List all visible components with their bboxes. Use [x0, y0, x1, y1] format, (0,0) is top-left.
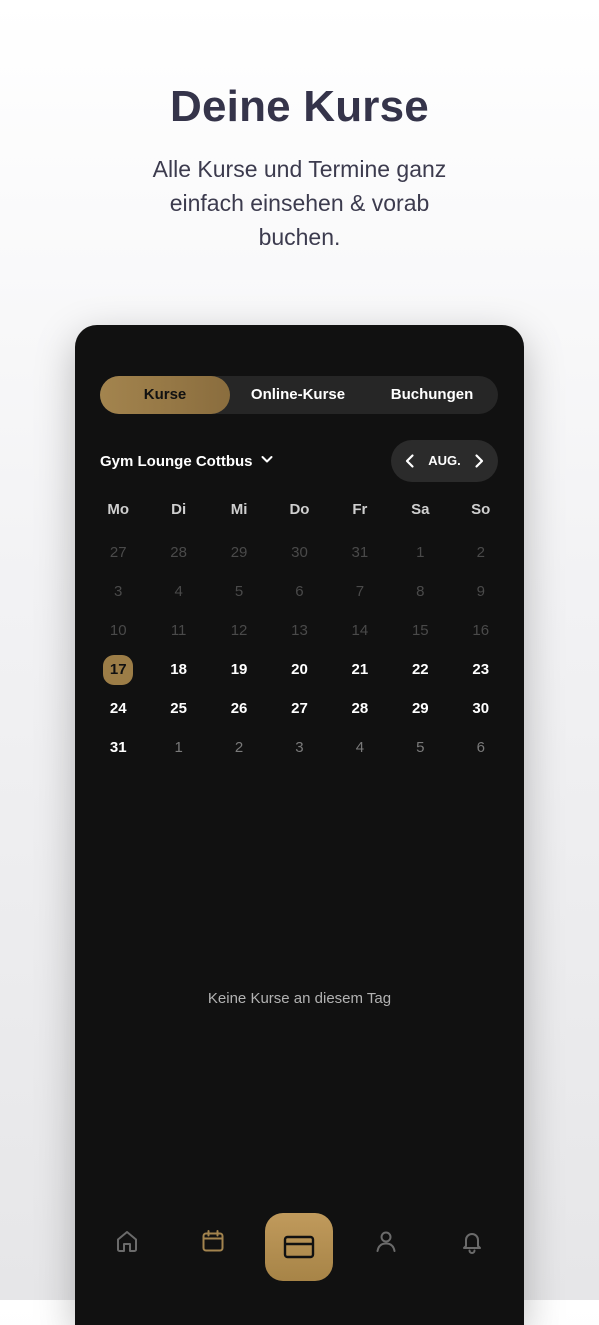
calendar-day: 27 [109, 544, 127, 561]
calendar-week: 3 4 5 6 7 8 9 [88, 576, 511, 608]
calendar-week: 27 28 29 30 31 1 2 [88, 537, 511, 569]
calendar-day: 3 [114, 583, 123, 600]
calendar-day: 16 [472, 622, 490, 639]
location-label: Gym Lounge Cottbus [100, 452, 253, 470]
chevron-down-icon [259, 451, 275, 471]
location-selector[interactable]: Gym Lounge Cottbus [100, 449, 275, 473]
calendar-day[interactable]: 18 [148, 654, 208, 686]
calendar-day: 13 [291, 622, 308, 639]
home-icon[interactable] [113, 1227, 141, 1255]
calendar-day[interactable]: 31 [88, 732, 148, 764]
profile-icon[interactable] [372, 1227, 400, 1255]
tab-bar: Kurse Online-Kurse Buchungen [100, 376, 498, 414]
calendar-week: 10 11 12 13 14 15 16 [88, 615, 511, 647]
calendar-day: 4 [355, 739, 365, 756]
calendar-week: 24 25 26 27 28 29 30 [88, 693, 511, 725]
tab-kurse[interactable]: Kurse [100, 376, 230, 414]
weekday-header: Mo Di Mi Do Fr Sa So [88, 499, 511, 521]
calendar-day[interactable]: 21 [330, 654, 390, 686]
calendar-day: 6 [295, 583, 304, 600]
calendar-day[interactable]: 28 [330, 693, 390, 725]
calendar-day: 5 [416, 739, 425, 756]
calendar-day: 1 [416, 544, 425, 561]
calendar-day[interactable]: 25 [148, 693, 208, 725]
calendar-icon[interactable] [199, 1227, 227, 1255]
calendar-day: 29 [230, 544, 248, 561]
calendar-day: 4 [174, 583, 183, 600]
calendar-day[interactable]: 24 [88, 693, 148, 725]
page-title: Deine Kurse [170, 82, 429, 131]
calendar-day[interactable]: 19 [209, 654, 269, 686]
tab-buchungen[interactable]: Buchungen [366, 376, 498, 414]
calendar-day: 2 [476, 544, 485, 561]
calendar-day: 10 [109, 622, 127, 639]
calendar-day[interactable]: 20 [269, 654, 329, 686]
bell-icon[interactable] [458, 1227, 486, 1255]
calendar-day-selected[interactable]: 17 [88, 654, 148, 686]
calendar-day: 6 [476, 739, 485, 756]
calendar-day: 28 [170, 544, 187, 561]
weekday-label: Fr [352, 501, 368, 518]
empty-state-message: Keine Kurse an diesem Tag [207, 990, 392, 1007]
weekday-label: So [471, 501, 491, 518]
calendar-day: 30 [291, 544, 308, 561]
calendar-day[interactable]: 29 [390, 693, 450, 725]
calendar-day[interactable]: 23 [451, 654, 511, 686]
calendar-day: 8 [416, 583, 425, 600]
calendar-day: 12 [230, 622, 248, 639]
calendar-day: 3 [295, 739, 304, 756]
calendar-day[interactable]: 26 [209, 693, 269, 725]
calendar-day: 1 [174, 739, 183, 756]
phone-screen: Kurse Online-Kurse Buchungen Gym Lounge … [75, 325, 524, 1325]
calendar-day: 5 [234, 583, 244, 600]
weekday-label: Sa [411, 501, 430, 518]
month-navigator: AUG. [391, 440, 498, 482]
page-subtitle: Alle Kurse und Termine ganz einfach eins… [152, 156, 447, 250]
calendar-week: 17 18 19 20 21 22 23 [88, 654, 511, 686]
calendar-day[interactable]: 27 [269, 693, 329, 725]
calendar-day: 11 [170, 622, 187, 639]
calendar-day: 2 [234, 739, 244, 756]
weekday-label: Do [289, 501, 310, 518]
weekday-label: Mo [107, 501, 130, 518]
bottom-navigation [75, 1213, 524, 1293]
chevron-right-icon[interactable] [468, 450, 490, 472]
calendar-week: 31 1 2 3 4 5 6 [88, 732, 511, 764]
weekday-label: Mi [230, 501, 248, 518]
calendar-day: 31 [351, 544, 369, 561]
weekday-label: Di [171, 501, 187, 518]
calendar-day[interactable]: 22 [390, 654, 450, 686]
tab-online-kurse[interactable]: Online-Kurse [232, 376, 364, 414]
calendar-day: 15 [411, 622, 429, 639]
calendar-day: 14 [351, 622, 369, 639]
card-icon[interactable] [265, 1213, 333, 1281]
calendar-day[interactable]: 30 [451, 693, 511, 725]
calendar-day: 7 [355, 583, 365, 600]
calendar-day: 9 [476, 583, 485, 600]
